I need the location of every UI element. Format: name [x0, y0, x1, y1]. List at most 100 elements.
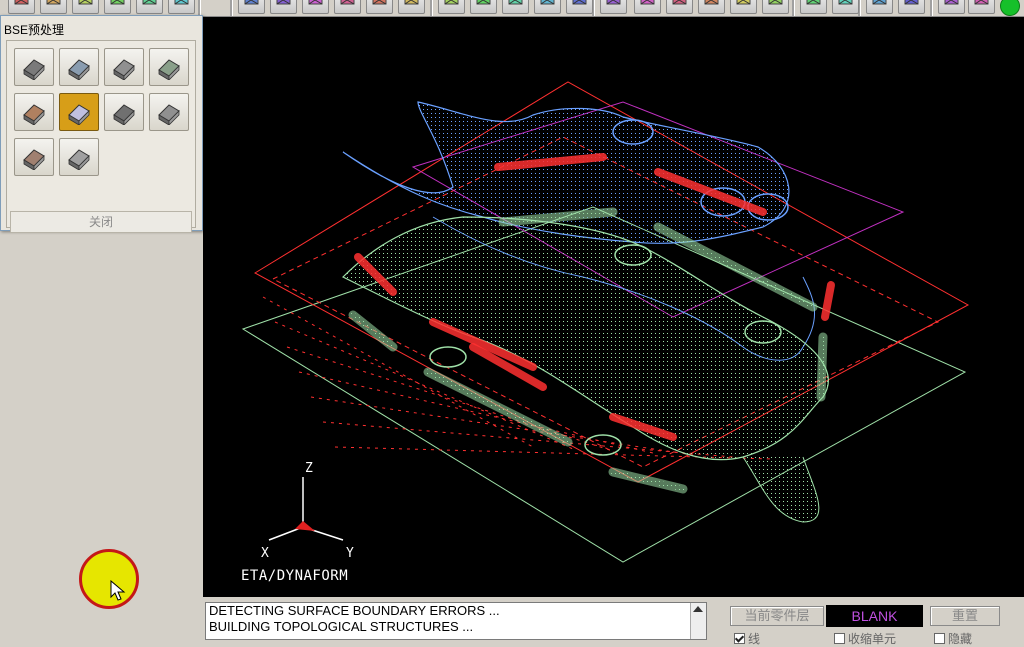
fit-icon	[572, 0, 587, 5]
zoom-button[interactable]	[502, 0, 529, 14]
surface-mesh-icon	[68, 59, 90, 80]
print-icon	[110, 0, 125, 5]
reset-button[interactable]: 重置	[930, 606, 1000, 626]
shrink-element-checkbox[interactable]: 收缩单元	[834, 630, 896, 647]
view-bottom-button[interactable]	[398, 0, 425, 14]
mesh-button[interactable]	[762, 0, 789, 14]
list-button[interactable]	[938, 0, 965, 14]
view-iso-button[interactable]	[634, 0, 661, 14]
surface-icon	[806, 0, 821, 5]
toolbar-separator	[230, 0, 233, 16]
current-layer-value: BLANK	[826, 605, 923, 627]
die-addendum-icon	[23, 149, 45, 170]
trim-icon	[838, 0, 853, 5]
pencil-button[interactable]	[866, 0, 893, 14]
current-layer-button[interactable]: 当前零件层	[730, 606, 824, 626]
part-calc-icon	[68, 149, 90, 170]
cut-button[interactable]	[168, 0, 195, 14]
surface-button[interactable]	[800, 0, 827, 14]
axis-x-label: X	[261, 546, 269, 561]
print-button[interactable]	[104, 0, 131, 14]
view-top-button[interactable]	[366, 0, 393, 14]
mouse-pointer-icon	[110, 580, 126, 601]
mesh-icon	[768, 0, 783, 5]
cursor-highlight	[79, 549, 139, 609]
checkbox-label: 收缩单元	[848, 632, 897, 646]
pencil-icon	[872, 0, 887, 5]
checkbox-label: 隐藏	[948, 632, 973, 646]
zoom-box-button[interactable]	[534, 0, 561, 14]
lines-checkbox[interactable]: 线	[734, 630, 760, 647]
grid-mesh-icon	[158, 104, 180, 125]
status-indicator-icon	[1000, 0, 1020, 16]
dialog-title: BSE预处理	[4, 23, 65, 37]
save-icon	[78, 0, 93, 5]
grid-button[interactable]	[600, 0, 627, 14]
trim-button[interactable]	[832, 0, 859, 14]
toolbar-separator	[930, 0, 933, 16]
open-button[interactable]	[40, 0, 67, 14]
graphics-viewport[interactable]: Z X Y ETA/DYNAFORM	[203, 17, 1024, 597]
wireframe-model	[241, 81, 970, 563]
wireframe-button[interactable]	[698, 0, 725, 14]
fit-button[interactable]	[566, 0, 593, 14]
surface-patch-button[interactable]	[59, 93, 99, 131]
wireframe-icon	[704, 0, 719, 5]
part-calc-button[interactable]	[59, 138, 99, 176]
view-right-button[interactable]	[334, 0, 361, 14]
copy-part-button[interactable]	[14, 48, 54, 86]
tool-grid: 关闭	[6, 40, 196, 233]
copy-part-icon	[23, 59, 45, 80]
view-front-icon	[244, 0, 259, 5]
menu-icon	[974, 0, 989, 5]
die-addendum-button[interactable]	[14, 138, 54, 176]
grid-mesh-button[interactable]	[149, 93, 189, 131]
view-right-icon	[340, 0, 355, 5]
blank-button[interactable]	[104, 48, 144, 86]
shade-icon	[672, 0, 687, 5]
view-front-button[interactable]	[238, 0, 265, 14]
symmetry-button[interactable]	[104, 93, 144, 131]
pan-button[interactable]	[470, 0, 497, 14]
close-button[interactable]: 关闭	[10, 211, 192, 233]
toolbar-separator	[792, 0, 795, 16]
layers-button[interactable]	[136, 0, 163, 14]
surface-mesh-button[interactable]	[59, 48, 99, 86]
surface-patch-icon	[68, 104, 90, 125]
checkbox-checked-icon[interactable]	[734, 633, 745, 644]
view-left-button[interactable]	[302, 0, 329, 14]
new-button[interactable]	[8, 0, 35, 14]
hidden-line-button[interactable]	[730, 0, 757, 14]
flange-unfold-icon	[23, 104, 45, 125]
scroll-up-icon[interactable]	[693, 606, 703, 612]
bse-preprocess-dialog: BSE预处理 关闭	[0, 15, 203, 233]
layers-icon	[142, 0, 157, 5]
open-icon	[46, 0, 61, 5]
bottom-panel: DETECTING SURFACE BOUNDARY ERRORS ... BU…	[203, 597, 1024, 646]
drawbead-rod-mesh	[425, 369, 571, 445]
flange-unfold-button[interactable]	[14, 93, 54, 131]
drawbead-rod-mesh	[610, 469, 686, 492]
hide-checkbox[interactable]: 隐藏	[934, 630, 972, 647]
checkbox-icon[interactable]	[834, 633, 845, 644]
rotate-icon	[444, 0, 459, 5]
layer-sheet-icon	[158, 59, 180, 80]
rotate-button[interactable]	[438, 0, 465, 14]
upper-die-surface	[342, 101, 790, 244]
view-back-button[interactable]	[270, 0, 297, 14]
layer-sheet-button[interactable]	[149, 48, 189, 86]
view-top-icon	[372, 0, 387, 5]
axis-z-label: Z	[305, 461, 313, 476]
checkbox-icon[interactable]	[934, 633, 945, 644]
menu-button[interactable]	[968, 0, 995, 14]
drawbead-rod-mesh	[818, 334, 826, 400]
view-bottom-icon	[404, 0, 419, 5]
hidden-line-icon	[736, 0, 751, 5]
blank-icon	[113, 59, 135, 80]
zoom-icon	[508, 0, 523, 5]
console-scrollbar[interactable]	[690, 603, 706, 639]
save-button[interactable]	[72, 0, 99, 14]
list-icon	[944, 0, 959, 5]
eyedropper-button[interactable]	[898, 0, 925, 14]
shade-button[interactable]	[666, 0, 693, 14]
